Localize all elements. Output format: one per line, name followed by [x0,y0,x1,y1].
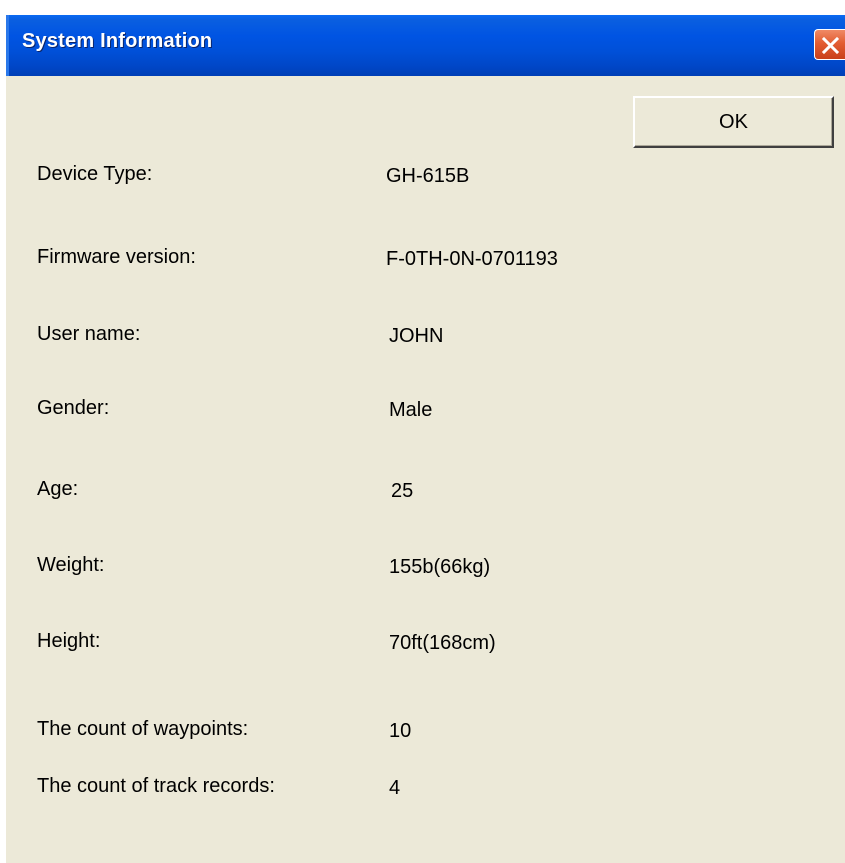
user-name-value: JOHN [389,325,444,347]
device-type-label: Device Type: [37,163,153,185]
firmware-version-label: Firmware version: [37,246,196,268]
close-icon [821,36,840,55]
close-button[interactable] [814,29,845,60]
device-type-value: GH-615B [386,165,470,187]
weight-label: Weight: [37,554,105,576]
ok-button[interactable]: OK [633,96,834,148]
firmware-version-value: F-0TH-0N-0701193 [386,248,558,270]
title-bar[interactable]: System Information [6,15,845,76]
age-label: Age: [37,478,79,500]
user-name-label: User name: [37,323,141,345]
gender-label: Gender: [37,397,110,419]
title-bar-edge [6,15,9,76]
height-label: Height: [37,630,101,652]
gender-value: Male [389,399,433,421]
waypoints-count-label: The count of waypoints: [37,718,249,740]
track-records-count-label: The count of track records: [37,775,275,797]
weight-value: 155b(66kg) [389,556,491,578]
age-value: 25 [391,480,414,502]
height-value: 70ft(168cm) [389,632,496,654]
waypoints-count-value: 10 [389,720,412,742]
window-title: System Information [22,30,213,52]
system-information-dialog: System Information OK Device Type: GH-61… [6,15,845,863]
track-records-count-value: 4 [389,777,401,799]
